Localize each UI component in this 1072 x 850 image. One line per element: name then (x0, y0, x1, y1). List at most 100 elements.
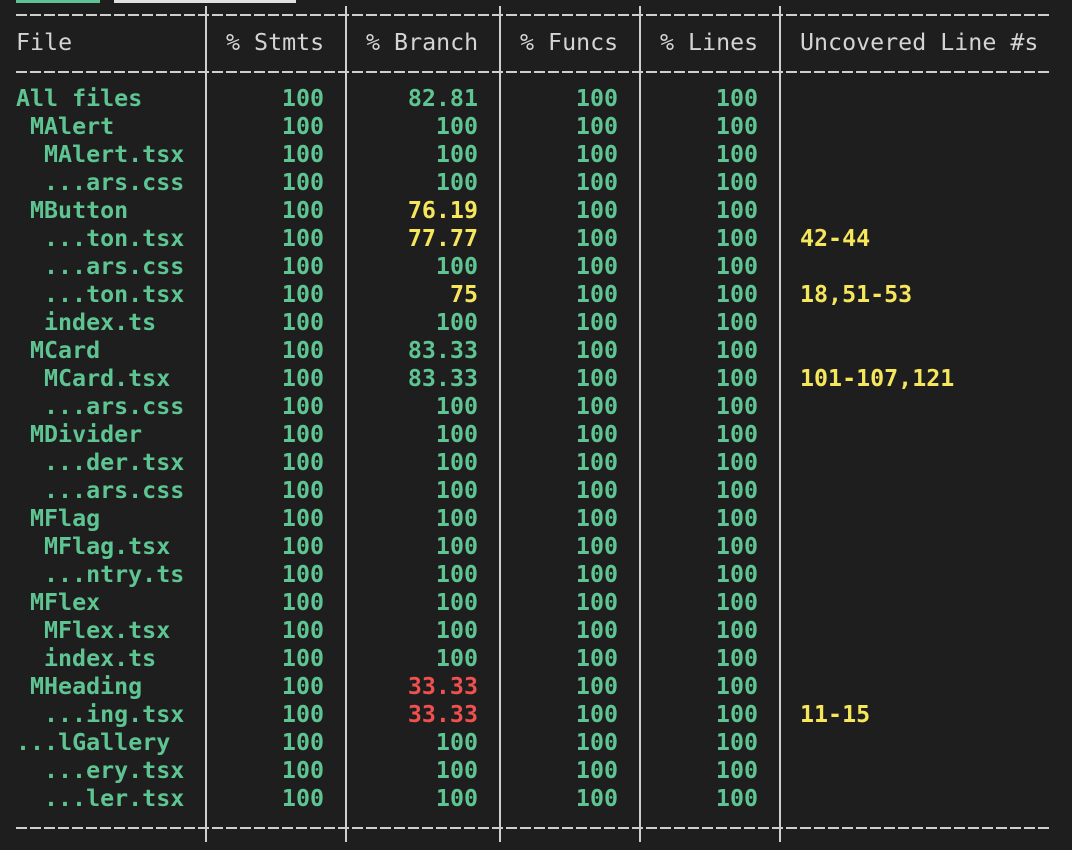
funcs-value: 100 (575, 85, 618, 112)
branch-value: 100 (435, 785, 478, 812)
lines-value: 100 (715, 729, 758, 756)
header-lines: % Lines (660, 29, 759, 56)
file-name: ...ars.css (44, 477, 185, 504)
funcs-value: 100 (575, 589, 618, 616)
uncovered-lines: 18,51-53 (800, 281, 913, 308)
table-separator-bottom (16, 827, 1052, 829)
lines-value: 100 (715, 141, 758, 168)
stmts-value: 100 (281, 197, 324, 224)
table-row: MHeading 100 33.33 100 100 (0, 673, 1072, 701)
funcs-value: 100 (575, 197, 618, 224)
branch-value: 100 (435, 617, 478, 644)
table-row: ...ton.tsx 100 77.77 100 100 42-44 (0, 225, 1072, 253)
file-name: ...ton.tsx (44, 281, 185, 308)
funcs-value: 100 (575, 729, 618, 756)
previous-output-highlight (16, 0, 100, 3)
lines-value: 100 (715, 169, 758, 196)
header-branch: % Branch (366, 29, 479, 56)
lines-value: 100 (715, 253, 758, 280)
branch-value: 100 (435, 421, 478, 448)
file-name: ...ntry.ts (44, 561, 185, 588)
table-row: MAlert.tsx 100 100 100 100 (0, 141, 1072, 169)
funcs-value: 100 (575, 561, 618, 588)
table-row: All files 100 82.81 100 100 (0, 85, 1072, 113)
branch-value: 100 (435, 393, 478, 420)
lines-value: 100 (715, 393, 758, 420)
table-row: ...ntry.ts 100 100 100 100 (0, 561, 1072, 589)
table-row: MFlag.tsx 100 100 100 100 (0, 533, 1072, 561)
stmts-value: 100 (281, 617, 324, 644)
table-row: MFlex.tsx 100 100 100 100 (0, 617, 1072, 645)
file-name: ...ars.css (44, 169, 185, 196)
stmts-value: 100 (281, 533, 324, 560)
lines-value: 100 (715, 225, 758, 252)
branch-value: 33.33 (407, 701, 478, 728)
table-header-row: File % Stmts % Branch % Funcs % Lines Un… (0, 29, 1072, 57)
file-name: ...ars.css (44, 253, 185, 280)
stmts-value: 100 (281, 785, 324, 812)
branch-value: 100 (435, 505, 478, 532)
branch-value: 100 (435, 757, 478, 784)
table-row: ...lGallery 100 100 100 100 (0, 729, 1072, 757)
branch-value: 100 (435, 589, 478, 616)
funcs-value: 100 (575, 141, 618, 168)
file-name: ...ars.css (44, 393, 185, 420)
table-row: ...der.tsx 100 100 100 100 (0, 449, 1072, 477)
branch-value: 100 (435, 533, 478, 560)
table-row: MDivider 100 100 100 100 (0, 421, 1072, 449)
funcs-value: 100 (575, 281, 618, 308)
uncovered-lines: 11-15 (800, 701, 871, 728)
branch-value: 100 (435, 645, 478, 672)
lines-value: 100 (715, 113, 758, 140)
lines-value: 100 (715, 673, 758, 700)
file-name: ...der.tsx (44, 449, 185, 476)
file-name: MDivider (30, 421, 143, 448)
table-row: MCard 100 83.33 100 100 (0, 337, 1072, 365)
table-row: MFlex 100 100 100 100 (0, 589, 1072, 617)
file-name: MCard.tsx (44, 365, 171, 392)
table-row: MFlag 100 100 100 100 (0, 505, 1072, 533)
stmts-value: 100 (281, 253, 324, 280)
lines-value: 100 (715, 197, 758, 224)
funcs-value: 100 (575, 113, 618, 140)
lines-value: 100 (715, 505, 758, 532)
stmts-value: 100 (281, 477, 324, 504)
stmts-value: 100 (281, 141, 324, 168)
branch-value: 100 (435, 113, 478, 140)
file-name: MButton (30, 197, 129, 224)
funcs-value: 100 (575, 757, 618, 784)
file-name: MFlex (30, 589, 101, 616)
stmts-value: 100 (281, 757, 324, 784)
terminal-window: File % Stmts % Branch % Funcs % Lines Un… (0, 0, 1072, 850)
uncovered-lines: 42-44 (800, 225, 871, 252)
table-row: index.ts 100 100 100 100 (0, 309, 1072, 337)
stmts-value: 100 (281, 365, 324, 392)
funcs-value: 100 (575, 225, 618, 252)
lines-value: 100 (715, 309, 758, 336)
lines-value: 100 (715, 561, 758, 588)
file-name: MAlert (30, 113, 115, 140)
branch-value: 100 (435, 169, 478, 196)
funcs-value: 100 (575, 701, 618, 728)
file-name: index.ts (44, 645, 157, 672)
branch-value: 100 (435, 309, 478, 336)
stmts-value: 100 (281, 701, 324, 728)
funcs-value: 100 (575, 673, 618, 700)
stmts-value: 100 (281, 309, 324, 336)
header-file: File (16, 29, 73, 56)
funcs-value: 100 (575, 505, 618, 532)
file-name: MAlert.tsx (44, 141, 185, 168)
stmts-value: 100 (281, 505, 324, 532)
lines-value: 100 (715, 365, 758, 392)
table-separator-top (16, 14, 1052, 16)
lines-value: 100 (715, 281, 758, 308)
previous-output-highlight (114, 0, 296, 3)
stmts-value: 100 (281, 113, 324, 140)
file-name: ...lGallery (16, 729, 171, 756)
stmts-value: 100 (281, 645, 324, 672)
table-row: ...ing.tsx 100 33.33 100 100 11-15 (0, 701, 1072, 729)
file-name: ...ing.tsx (44, 701, 185, 728)
table-row: MCard.tsx 100 83.33 100 100 101-107,121 (0, 365, 1072, 393)
table-row: MAlert 100 100 100 100 (0, 113, 1072, 141)
lines-value: 100 (715, 701, 758, 728)
